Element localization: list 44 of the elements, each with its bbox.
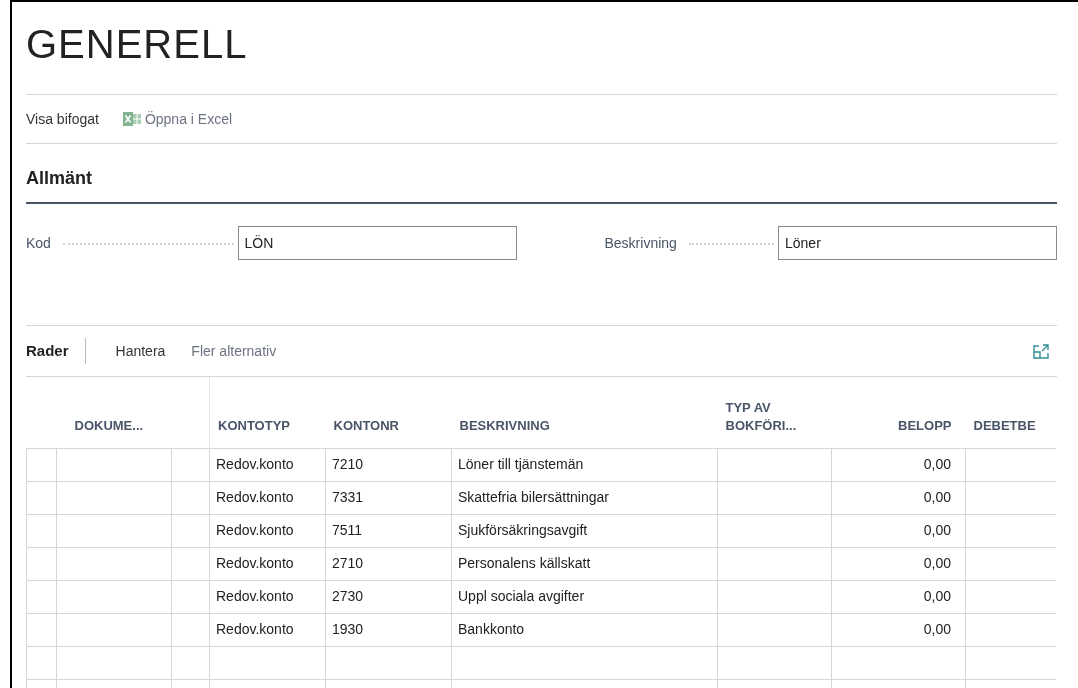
section-title: Allmänt xyxy=(26,167,93,190)
lines-title: Rader xyxy=(26,340,69,361)
table-cell: Löner till tjänstemän xyxy=(458,456,584,472)
table-cell: Redov.konto xyxy=(216,456,294,472)
field-label: Beskrivning xyxy=(604,233,677,253)
expand-icon[interactable] xyxy=(1033,343,1049,359)
column-header[interactable]: BESKRIVNING xyxy=(459,416,550,435)
menu-button[interactable]: Hantera xyxy=(115,340,166,362)
table-cell: Uppl sociala avgifter xyxy=(458,588,585,604)
table-cell: 1930 xyxy=(332,621,364,637)
table-cell: Redov.konto xyxy=(216,522,294,538)
table-cell: Sjukförsäkringsavgift xyxy=(458,522,588,538)
table-cell: Redov.konto xyxy=(216,489,294,505)
column-header[interactable]: KONTOTYP xyxy=(218,416,290,435)
table-cell: Redov.konto xyxy=(216,555,294,571)
spreadsheet-icon xyxy=(122,111,141,127)
column-header[interactable]: DOKUME... xyxy=(74,416,144,435)
column-header[interactable]: BELOPP xyxy=(898,416,952,435)
page-title: GENERELL xyxy=(26,21,249,68)
menu-button[interactable]: Fler alternativ xyxy=(191,340,277,362)
attachments-button[interactable]: Visa bifogat xyxy=(26,108,99,130)
table-cell: 7511 xyxy=(332,522,363,538)
field-label: Kod xyxy=(26,233,51,253)
table-cell: Skattefria bilersättningar xyxy=(458,489,609,505)
table-cell: 0,00 xyxy=(923,489,951,505)
table-cell: 2730 xyxy=(332,588,364,604)
table-cell: Redov.konto xyxy=(216,621,294,637)
column-header[interactable]: DEBETBE xyxy=(973,416,1036,435)
table-cell: 0,00 xyxy=(923,555,951,571)
text-field[interactable]: LÖN xyxy=(237,226,517,260)
table-cell: Redov.konto xyxy=(216,588,294,604)
table-cell: 0,00 xyxy=(923,456,951,472)
excel-button[interactable]: Öppna i Excel xyxy=(122,108,233,130)
text-field[interactable]: Löner xyxy=(778,226,1057,260)
table-cell: 0,00 xyxy=(923,621,951,637)
table-cell: Bankkonto xyxy=(458,621,525,637)
column-header[interactable]: KONTONR xyxy=(333,416,399,435)
table-cell: 7331 xyxy=(332,489,364,505)
table-cell: 0,00 xyxy=(923,522,951,538)
table-cell: 7210 xyxy=(332,456,364,472)
table-cell: 2710 xyxy=(332,555,364,571)
table-cell: Personalens källskatt xyxy=(458,555,591,571)
column-header[interactable]: TYP AV BOKFÖRI... xyxy=(725,398,816,435)
table-cell: 0,00 xyxy=(923,588,951,604)
